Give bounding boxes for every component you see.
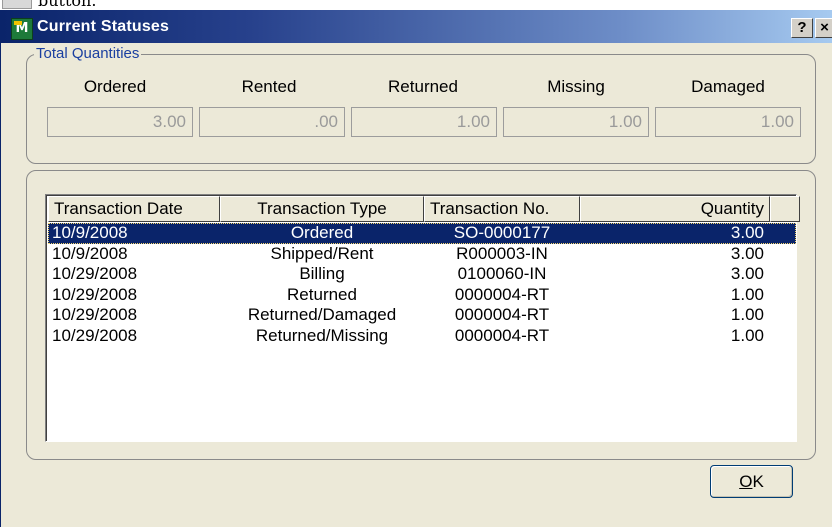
help-button[interactable]: ? xyxy=(791,18,813,38)
returned-label: Returned xyxy=(388,77,458,96)
ok-mnemonic: O xyxy=(739,472,753,491)
rented-label: Rented xyxy=(241,77,297,96)
cell-transaction-no: 0100060-IN xyxy=(457,264,547,283)
column-header-quantity[interactable]: Quantity xyxy=(580,196,770,222)
cell-transaction-no: SO-0000177 xyxy=(453,223,551,242)
cell-transaction-type: Shipped/Rent xyxy=(270,243,374,263)
cell-transaction-type: Billing xyxy=(299,264,345,283)
table-row[interactable]: 10/9/2008 Shipped/Rent R000003-IN 3.00 xyxy=(48,244,796,265)
cell-transaction-no: R000003-IN xyxy=(456,243,548,263)
cell-transaction-type: Returned/Missing xyxy=(255,325,389,345)
title-bar[interactable]: M Current Statuses ? × xyxy=(1,10,832,43)
column-header-filler xyxy=(770,196,800,222)
cell-quantity: 3.00 xyxy=(730,243,764,263)
cell-quantity: 1.00 xyxy=(730,305,764,324)
document-image-fragment xyxy=(2,0,32,9)
close-button[interactable]: × xyxy=(815,18,832,38)
cell-transaction-date: 10/29/2008 xyxy=(52,284,138,304)
rented-quantity-field: .00 xyxy=(199,107,345,137)
missing-label: Missing xyxy=(547,77,605,96)
column-header-transaction-no[interactable]: Transaction No. xyxy=(424,196,580,222)
cell-transaction-no: 0000004-RT xyxy=(454,325,550,345)
ordered-quantity-field: 3.00 xyxy=(47,107,193,137)
cell-quantity: 1.00 xyxy=(730,325,764,345)
total-quantities-legend: Total Quantities xyxy=(34,45,142,62)
missing-quantity-field: 1.00 xyxy=(503,107,649,137)
cell-transaction-date: 10/29/2008 xyxy=(52,264,138,283)
damaged-quantity-field: 1.00 xyxy=(655,107,801,137)
ordered-label: Ordered xyxy=(83,77,147,96)
cell-transaction-type: Returned xyxy=(287,284,357,304)
cell-quantity: 3.00 xyxy=(730,264,764,283)
cell-quantity: 1.00 xyxy=(730,284,764,304)
cell-transaction-type: Returned/Damaged xyxy=(247,305,397,324)
table-row[interactable]: 10/29/2008 Billing 0100060-IN 3.00 xyxy=(48,264,796,285)
transactions-list[interactable]: Transaction Date Transaction Type Transa… xyxy=(45,194,800,442)
cell-transaction-no: 0000004-RT xyxy=(454,305,550,324)
table-row[interactable]: 10/29/2008 Returned 0000004-RT 1.00 xyxy=(48,285,796,306)
column-header-transaction-type[interactable]: Transaction Type xyxy=(220,196,424,222)
table-row[interactable]: 10/9/2008 Ordered SO-0000177 3.00 xyxy=(48,223,796,244)
ok-button[interactable]: OK xyxy=(710,465,793,498)
cell-transaction-date: 10/9/2008 xyxy=(52,243,128,263)
damaged-label: Damaged xyxy=(691,77,765,96)
cell-quantity: 3.00 xyxy=(730,223,764,242)
cell-transaction-date: 10/9/2008 xyxy=(52,223,128,242)
table-row[interactable]: 10/29/2008 Returned/Missing 0000004-RT 1… xyxy=(48,326,796,347)
cell-transaction-date: 10/29/2008 xyxy=(52,325,138,345)
returned-quantity-field: 1.00 xyxy=(351,107,497,137)
app-icon: M xyxy=(11,18,33,40)
table-row[interactable]: 10/29/2008 Returned/Damaged 0000004-RT 1… xyxy=(48,305,796,326)
document-background: button. xyxy=(0,0,832,10)
window-title: Current Statuses xyxy=(37,18,170,35)
transactions-list-header: Transaction Date Transaction Type Transa… xyxy=(48,196,800,222)
cell-transaction-type: Ordered xyxy=(290,223,354,242)
cell-transaction-date: 10/29/2008 xyxy=(52,305,138,324)
column-header-transaction-date[interactable]: Transaction Date xyxy=(48,196,220,222)
cell-transaction-no: 0000004-RT xyxy=(454,284,550,304)
ok-label: K xyxy=(752,472,764,491)
transactions-list-body: 10/9/2008 Ordered SO-0000177 3.00 10/9/2… xyxy=(48,223,796,346)
document-text-fragment: button. xyxy=(38,0,97,10)
